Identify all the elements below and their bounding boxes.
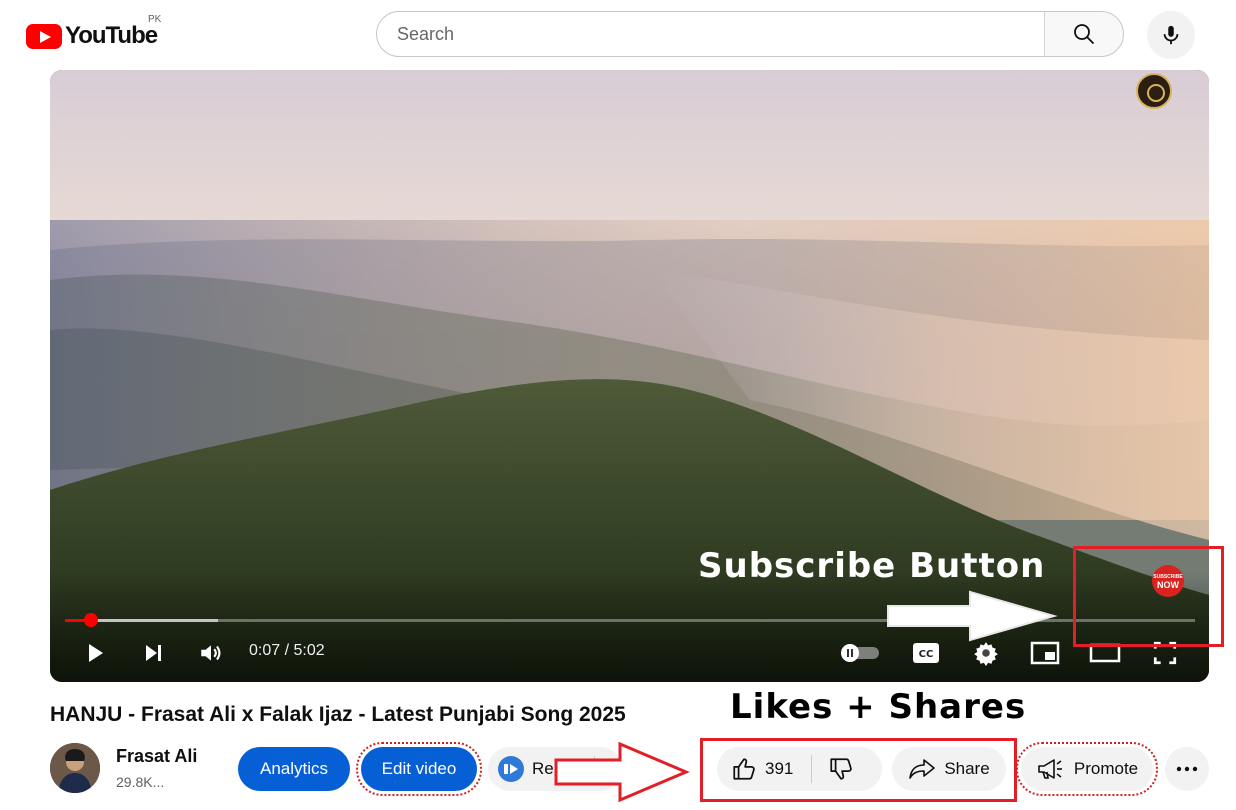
subscriber-count: 29.8K... xyxy=(116,774,165,790)
search-icon xyxy=(1074,24,1094,44)
subscribe-annotation-box xyxy=(1073,546,1224,647)
youtube-play-icon xyxy=(26,23,62,49)
search-button[interactable] xyxy=(1044,12,1123,56)
video-title: HANJU - Frasat Ali x Falak Ijaz - Latest… xyxy=(50,703,626,726)
likes-shares-annotation-label: Likes + Shares xyxy=(730,687,1027,727)
volume-icon xyxy=(201,645,221,661)
share-button[interactable]: Share xyxy=(892,747,1006,791)
analytics-button[interactable]: Analytics xyxy=(238,747,350,791)
likes-annotation-arrow xyxy=(554,741,690,803)
search-bar xyxy=(376,11,1124,57)
megaphone-icon xyxy=(1038,759,1062,779)
remix-icon xyxy=(498,756,524,782)
share-label: Share xyxy=(944,759,990,778)
next-icon xyxy=(146,645,161,661)
like-divider xyxy=(811,755,813,783)
channel-watermark-logo[interactable] xyxy=(1136,73,1172,109)
youtube-logo[interactable]: YouTube xyxy=(26,22,158,50)
volume-button[interactable] xyxy=(196,638,226,668)
closed-captions-icon: CC xyxy=(913,643,939,663)
time-display: 0:07 / 5:02 xyxy=(249,642,325,659)
scrubber-handle[interactable] xyxy=(83,613,98,627)
subscribe-annotation-arrow xyxy=(887,590,1058,642)
thumbs-down-icon[interactable] xyxy=(828,756,854,782)
channel-name[interactable]: Frasat Ali xyxy=(116,746,197,767)
like-dislike-group: 391 xyxy=(717,747,882,791)
like-count[interactable]: 391 xyxy=(765,759,793,779)
next-button[interactable] xyxy=(138,638,168,668)
promote-label: Promote xyxy=(1073,759,1139,778)
logo-text: YouTube xyxy=(65,22,158,49)
more-actions-button[interactable] xyxy=(1165,747,1209,791)
promote-button[interactable]: Promote xyxy=(1021,747,1153,791)
channel-avatar[interactable] xyxy=(50,743,100,793)
voice-search-button[interactable] xyxy=(1147,11,1195,59)
search-input[interactable] xyxy=(377,12,1044,56)
microphone-icon xyxy=(1163,25,1179,45)
country-code: PK xyxy=(148,14,162,25)
miniplayer-icon xyxy=(1030,641,1060,665)
play-button[interactable] xyxy=(80,638,110,668)
edit-video-button[interactable]: Edit video xyxy=(361,747,477,791)
autoplay-toggle-icon xyxy=(841,644,879,662)
svg-text:CC: CC xyxy=(919,649,934,660)
thumbs-up-icon[interactable] xyxy=(731,756,757,782)
autoplay-toggle[interactable] xyxy=(838,640,882,666)
subscribe-annotation-label: Subscribe Button xyxy=(698,546,1046,586)
avatar-image xyxy=(50,743,100,793)
play-icon xyxy=(89,644,103,662)
share-arrow-icon xyxy=(909,759,936,779)
more-horizontal-icon xyxy=(1176,766,1198,772)
